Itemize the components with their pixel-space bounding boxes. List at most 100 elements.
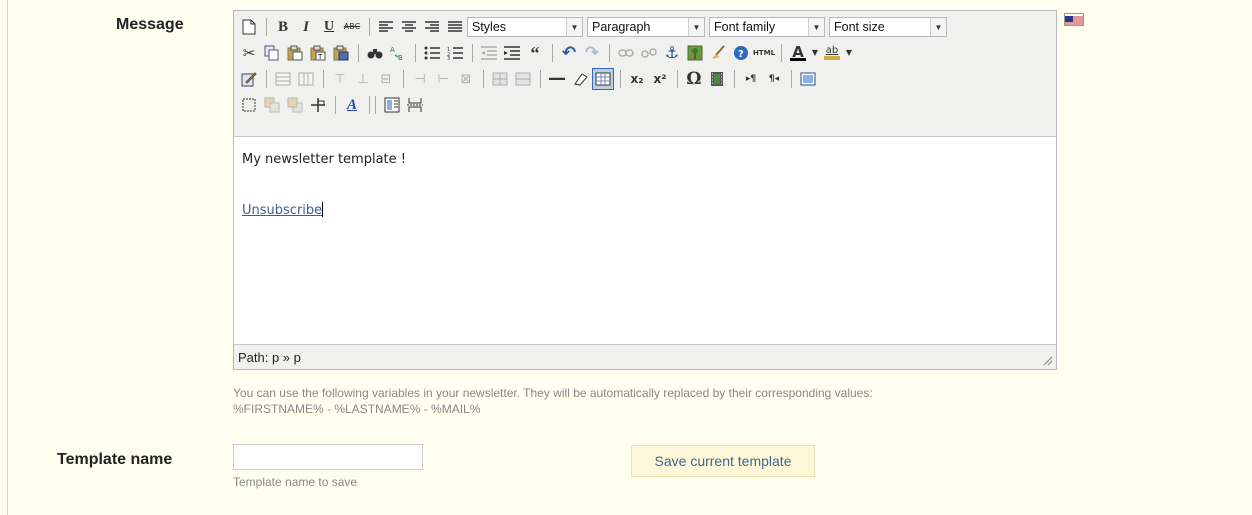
us-flag-icon[interactable] xyxy=(1064,13,1084,26)
merge-cells-button[interactable] xyxy=(512,68,534,90)
delete-col-button[interactable]: ⊠ xyxy=(455,68,477,90)
toolbar-separator xyxy=(781,44,782,62)
broom-icon xyxy=(712,45,725,59)
chevron-down-icon: ▼ xyxy=(688,18,704,36)
resize-grip-icon[interactable] xyxy=(1041,354,1053,366)
align-right-button[interactable] xyxy=(421,16,443,38)
format-dropdown[interactable]: Paragraph ▼ xyxy=(587,17,705,37)
font-size-dropdown[interactable]: Font size ▼ xyxy=(829,17,947,37)
font-family-dropdown[interactable]: Font family ▼ xyxy=(709,17,825,37)
styles-dropdown-label: Styles xyxy=(472,20,507,34)
toolbar-row-4: A xyxy=(238,93,427,117)
unsubscribe-link[interactable]: Unsubscribe xyxy=(242,202,324,218)
variables-hint-line1: You can use the following variables in y… xyxy=(233,386,873,400)
anchor-button[interactable]: ⚓ xyxy=(661,42,683,64)
style-props-button[interactable]: A xyxy=(341,94,363,116)
numbered-list-button[interactable]: 123 xyxy=(444,42,466,64)
move-forward-button[interactable] xyxy=(261,94,283,116)
template-button[interactable] xyxy=(381,94,403,116)
toolbar-separator xyxy=(472,44,473,62)
underline-button[interactable]: U xyxy=(318,16,340,38)
left-border xyxy=(7,0,8,515)
toolbar-separator xyxy=(620,70,621,88)
html-icon: HTML xyxy=(752,48,776,57)
rtl-button[interactable]: ¶◂ xyxy=(763,68,785,90)
align-center-button[interactable] xyxy=(398,16,420,38)
text-color-dropdown[interactable]: ▼ xyxy=(810,42,820,64)
paste-button[interactable] xyxy=(284,42,306,64)
bold-button[interactable]: B xyxy=(272,16,294,38)
background-color-dropdown[interactable]: ▼ xyxy=(844,42,854,64)
align-left-button[interactable] xyxy=(375,16,397,38)
row-after-button[interactable]: ⊥ xyxy=(352,68,374,90)
insert-layer-button[interactable] xyxy=(238,94,260,116)
undo-icon: ↶ xyxy=(561,42,577,63)
split-cells-button[interactable] xyxy=(489,68,511,90)
visual-aid-button[interactable] xyxy=(592,68,614,90)
italic-button[interactable]: I xyxy=(295,16,317,38)
help-button[interactable]: ? xyxy=(730,42,752,64)
toolbar-row-3: ⊤ ⊥ ⊟ ⊣ ⊢ ⊠ — x₂ x² Ω ▸¶ ¶◂ xyxy=(238,67,820,91)
editor-statusbar: Path: p » p xyxy=(234,346,1056,369)
blockquote-button[interactable]: “ xyxy=(524,42,546,64)
editor-content-area[interactable]: My newsletter template ! Unsubscribe xyxy=(234,136,1056,345)
toolbar-separator xyxy=(415,44,416,62)
col-before-button[interactable]: ⊣ xyxy=(409,68,431,90)
move-backward-button[interactable] xyxy=(284,94,306,116)
template-icon xyxy=(384,97,400,113)
toolbar-separator xyxy=(791,70,792,88)
row-before-button[interactable]: ⊤ xyxy=(329,68,351,90)
delete-col-icon: ⊠ xyxy=(460,71,472,87)
fullscreen-button[interactable] xyxy=(797,68,819,90)
link-button[interactable] xyxy=(615,42,637,64)
chevron-down-icon: ▼ xyxy=(808,18,824,36)
edit-icon xyxy=(241,72,257,87)
remove-format-button[interactable] xyxy=(569,68,591,90)
subscript-button[interactable]: x₂ xyxy=(626,68,648,90)
template-name-input[interactable] xyxy=(233,444,423,470)
col-after-button[interactable]: ⊢ xyxy=(432,68,454,90)
cleanup-button[interactable] xyxy=(707,42,729,64)
unlink-button[interactable] xyxy=(638,42,660,64)
align-justify-button[interactable] xyxy=(444,16,466,38)
bullet-list-button[interactable] xyxy=(421,42,443,64)
table-row-props-button[interactable] xyxy=(272,68,294,90)
row-after-icon: ⊥ xyxy=(357,71,369,87)
strikethrough-button[interactable]: ABC xyxy=(341,16,363,38)
undo-button[interactable]: ↶ xyxy=(558,42,580,64)
col-after-icon: ⊢ xyxy=(437,71,449,87)
indent-button[interactable] xyxy=(501,42,523,64)
redo-button[interactable]: ↷ xyxy=(581,42,603,64)
paste-word-button[interactable] xyxy=(330,42,352,64)
new-document-button[interactable] xyxy=(238,16,260,38)
horizontal-rule-button[interactable]: — xyxy=(546,68,568,90)
image-button[interactable] xyxy=(684,42,706,64)
background-color-button[interactable]: ab xyxy=(821,42,843,64)
outdent-button[interactable] xyxy=(478,42,500,64)
media-button[interactable] xyxy=(706,68,728,90)
copy-button[interactable] xyxy=(261,42,283,64)
save-template-button[interactable]: Save current template xyxy=(631,445,815,477)
superscript-button[interactable]: x² xyxy=(649,68,671,90)
toolbar-row-2: ✂ T AB 123 “ ↶ ↷ ⚓ ? HTML A ▼ ab ▼ xyxy=(238,41,855,65)
cut-button[interactable]: ✂ xyxy=(238,42,260,64)
page-break-button[interactable] xyxy=(404,94,426,116)
text-color-button[interactable]: A xyxy=(787,42,809,64)
paste-text-button[interactable]: T xyxy=(307,42,329,64)
rtl-icon: ¶◂ xyxy=(768,73,780,84)
replace-button[interactable]: AB xyxy=(387,42,409,64)
styles-dropdown[interactable]: Styles ▼ xyxy=(467,17,583,37)
edit-source-button[interactable] xyxy=(238,68,260,90)
chevron-down-icon: ▼ xyxy=(811,48,819,57)
new-document-icon xyxy=(242,19,256,35)
html-source-button[interactable]: HTML xyxy=(753,42,775,64)
absolute-position-button[interactable] xyxy=(307,94,329,116)
table-cell-props-button[interactable] xyxy=(295,68,317,90)
ltr-button[interactable]: ▸¶ xyxy=(740,68,762,90)
find-button[interactable] xyxy=(364,42,386,64)
special-char-button[interactable]: Ω xyxy=(683,68,705,90)
toolbar-separator xyxy=(335,96,336,114)
toolbar-separator xyxy=(358,44,359,62)
delete-row-icon: ⊟ xyxy=(380,71,392,87)
delete-row-button[interactable]: ⊟ xyxy=(375,68,397,90)
